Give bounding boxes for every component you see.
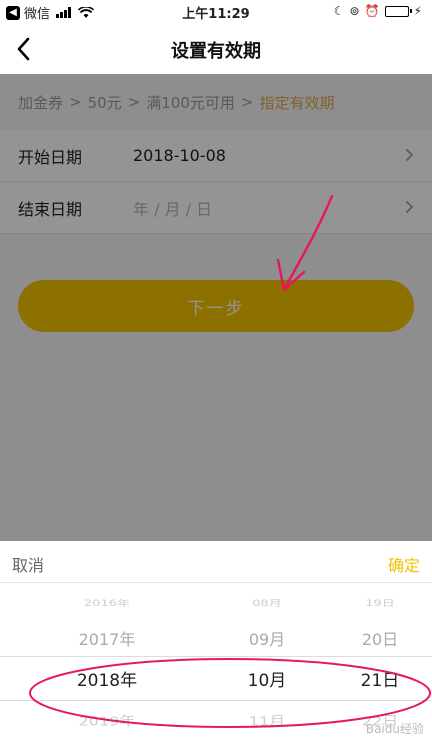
navigation-bar: 设置有效期 [0,24,432,74]
watermark: Baidu经验 [365,722,424,736]
page-title: 设置有效期 [171,41,261,62]
picker-wheels: 2016年 2017年 2018年 2019年 08月 09月 10月 11月 … [0,583,432,741]
picker-cancel-button[interactable]: 取消 [12,552,44,576]
modal-overlay[interactable] [0,74,432,541]
annotation-arrow-icon [276,194,334,292]
status-bar: ◀ 微信 上午11:29 ☾ ⊚ ⏰ ⚡ [0,0,432,24]
year-option[interactable]: 2017年 [62,626,152,650]
day-option[interactable]: 19日 [345,596,415,609]
picker-toolbar: 取消 确定 [0,541,432,583]
date-picker: 取消 确定 2016年 2017年 2018年 2019年 08月 09月 10… [0,541,432,741]
battery-icon [384,5,412,17]
month-option[interactable]: 08月 [232,596,302,609]
month-option[interactable]: 09月 [232,626,302,650]
charging-icon: ⚡ [413,4,422,18]
status-right: ☾ ⊚ ⏰ ⚡ [334,4,422,18]
picker-confirm-button[interactable]: 确定 [388,552,420,576]
moon-icon: ☾ [333,4,345,18]
orientation-lock-icon: ⊚ [349,4,360,18]
day-option[interactable]: 20日 [345,626,415,650]
year-option[interactable]: 2016年 [62,596,152,609]
alarm-icon: ⏰ [364,4,380,18]
